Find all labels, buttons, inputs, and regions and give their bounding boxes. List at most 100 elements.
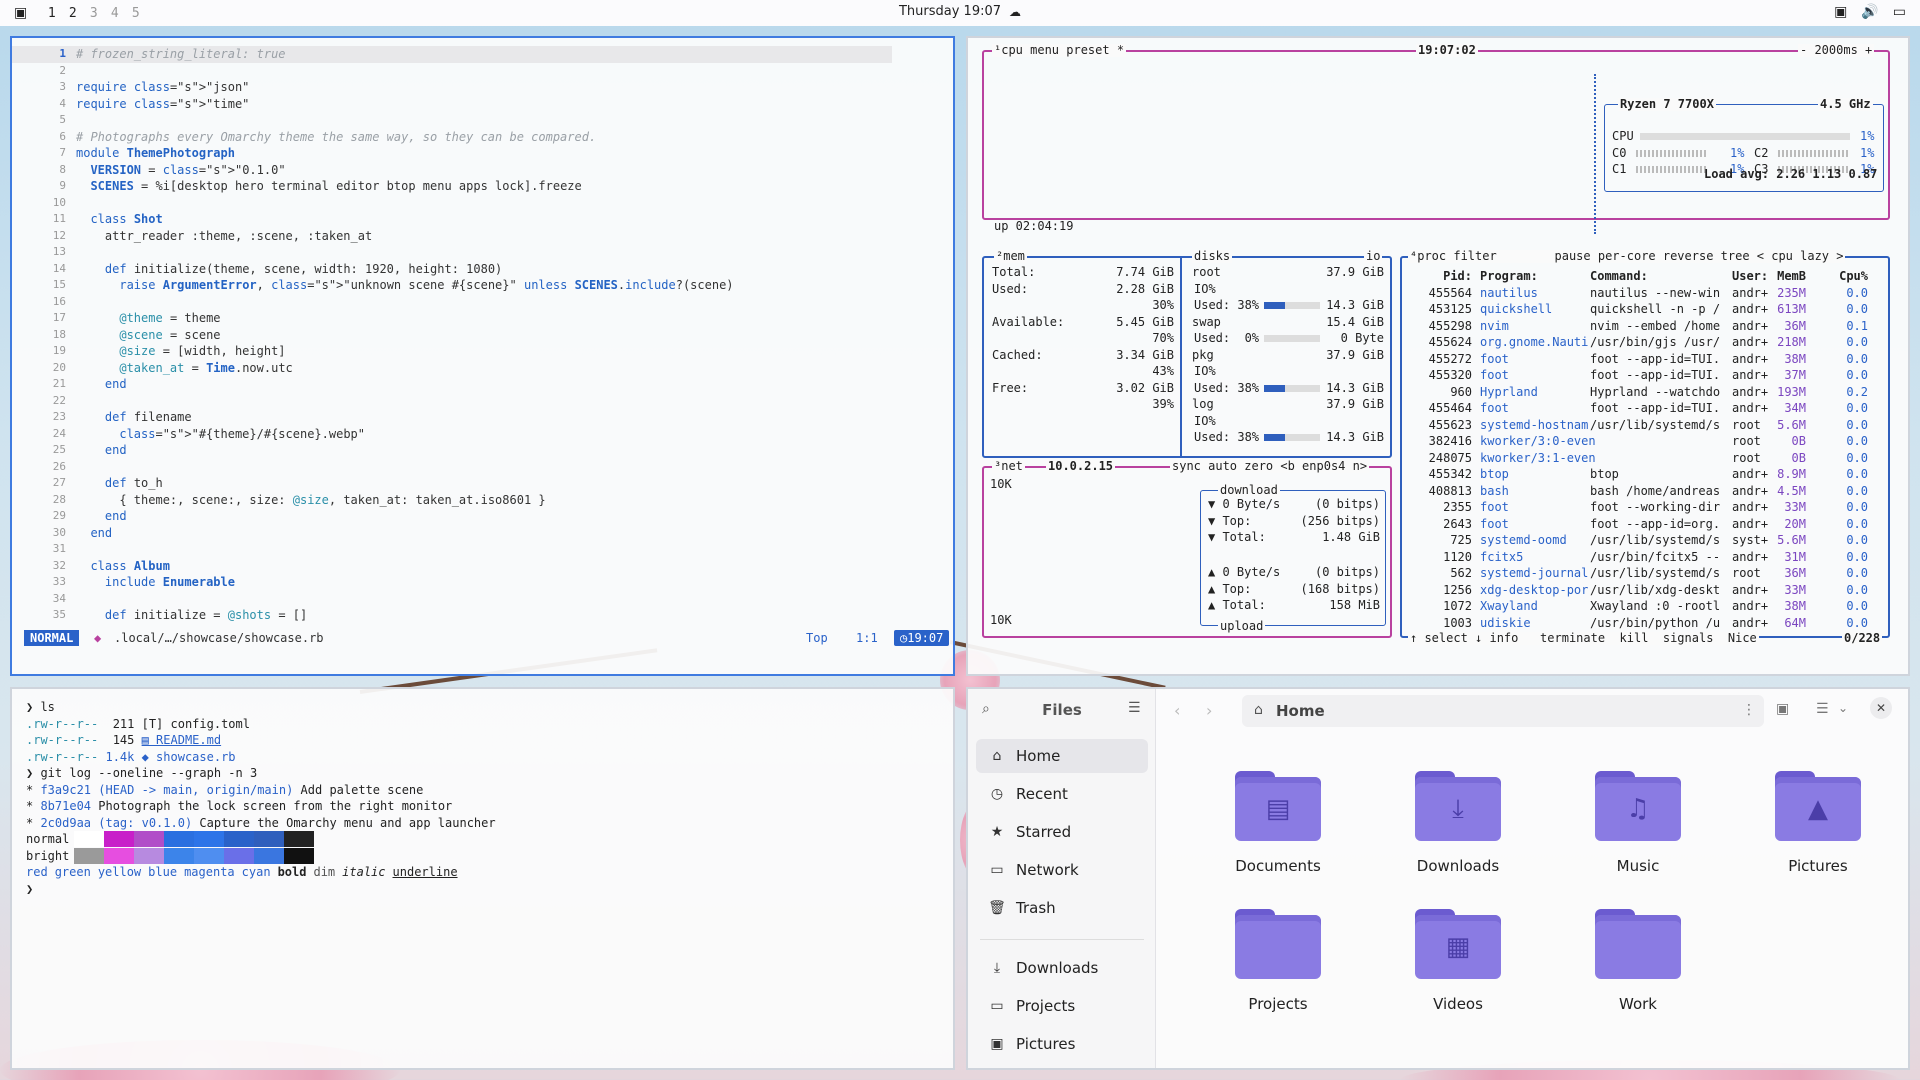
folder-documents[interactable]: ▤ Documents	[1208, 771, 1348, 891]
files-window[interactable]: ⌕ Files ☰ ⌂ Home ◷ Recent ★ Starred ▭ Network 🗑 T…	[966, 687, 1910, 1070]
net-options[interactable]: sync auto zero <b enp0s4 n>	[1170, 460, 1370, 473]
proc-row[interactable]: 455464 foot foot --app-id=TUI. andr+ 34M 0.0	[1410, 400, 1880, 417]
menu-icon[interactable]: ☰	[1128, 700, 1141, 716]
folder-downloads[interactable]: ⤓ Downloads	[1388, 771, 1528, 891]
sidebar-item-starred[interactable]: ★ Starred	[976, 815, 1148, 849]
location-menu-icon[interactable]: ⋮	[1742, 702, 1756, 718]
proc-row[interactable]: 1256 xdg-desktop-por/usr/lib/xdg-deskt and…	[1410, 582, 1880, 599]
code-line[interactable]: 10	[12, 195, 952, 212]
code-line[interactable]: 30 end	[12, 525, 952, 542]
close-icon[interactable]: ✕	[1870, 697, 1892, 719]
btop-window[interactable]: ¹cpu menu preset * 19:07:02 - 2000ms + u…	[966, 36, 1910, 676]
code-line[interactable]: 15 raise ArgumentError, class="s">"unkno…	[12, 277, 952, 294]
mem-title[interactable]: ²mem	[994, 250, 1027, 263]
code-line[interactable]: 3 require class="s">"json"	[12, 79, 952, 96]
proc-row[interactable]: 562 systemd-journal/usr/lib/systemd/s root…	[1410, 565, 1880, 582]
proc-tabs[interactable]: ⁴proc filter pause per-core reverse tree…	[1408, 250, 1846, 263]
workspace-4[interactable]: 4	[104, 6, 125, 21]
proc-row[interactable]: 455298 nvim nvim --embed /home andr+ 36M 0.1	[1410, 318, 1880, 335]
folder-work[interactable]: Work	[1568, 909, 1708, 1029]
disks-io-toggle[interactable]: io	[1364, 250, 1383, 263]
proc-row[interactable]: 1120 fcitx5/usr/bin/fcitx5 -- andr+ 31M 0.0	[1410, 549, 1880, 566]
proc-row[interactable]: 1003 udiskie/usr/bin/python /u andr+ 64M 0.0	[1410, 615, 1880, 632]
screen-record-icon[interactable]: ▣	[1834, 4, 1847, 20]
new-window-icon[interactable]: ▣	[1776, 701, 1789, 717]
proc-header-pid[interactable]: Pid:	[1410, 268, 1472, 285]
code-line[interactable]: 9 SCENES = %i[desktop hero terminal edit…	[12, 178, 952, 195]
code-line[interactable]: 11 class Shot	[12, 211, 952, 228]
proc-row[interactable]: 2643 foot foot --app-id=org. andr+ 20M 0.0	[1410, 516, 1880, 533]
proc-header-mem[interactable]: MemB	[1766, 268, 1806, 285]
proc-header-cmd[interactable]: Command:	[1590, 268, 1648, 285]
proc-row[interactable]: 455342 btop btop andr+ 8.9M 0.0	[1410, 466, 1880, 483]
code-line[interactable]: 6 # Photographs every Omarchy theme the s…	[12, 129, 952, 146]
bookmark-projects[interactable]: ▭ Projects	[976, 989, 1148, 1023]
net-title[interactable]: ³net	[992, 460, 1025, 473]
launcher-icon[interactable]: ▣	[14, 5, 27, 21]
proc-row[interactable]: 455272 foot foot --app-id=TUI. andr+ 38M 0.0	[1410, 351, 1880, 368]
sidebar-item-network[interactable]: ▭ Network	[976, 853, 1148, 887]
proc-row[interactable]: 248075 kworker/3:1-even root 0B 0.0	[1410, 450, 1880, 467]
code-line[interactable]: 13	[12, 244, 952, 261]
code-line[interactable]: 27 def to_h	[12, 475, 952, 492]
proc-row[interactable]: 2355 foot foot --working-dir andr+ 33M 0.0	[1410, 499, 1880, 516]
folder-videos[interactable]: ▦ Videos	[1388, 909, 1528, 1029]
folder-music[interactable]: ♫ Music	[1568, 771, 1708, 891]
code-line[interactable]: 18 @scene = scene	[12, 327, 952, 344]
proc-row[interactable]: 725 systemd-oomd/usr/lib/systemd/s syst+ 5.…	[1410, 532, 1880, 549]
bookmark-downloads[interactable]: ⤓ Downloads	[976, 951, 1148, 985]
cpu-tabs[interactable]: ¹cpu menu preset *	[992, 44, 1127, 57]
code-line[interactable]: 35 def initialize = @shots = []	[12, 607, 952, 624]
code-line[interactable]: 24 class="s">"#{theme}/#{scene}.webp"	[12, 426, 952, 443]
disks-title[interactable]: disks	[1192, 250, 1233, 263]
proc-row[interactable]: 455564 nautilus nautilus --new-win andr+ 235…	[1410, 285, 1880, 302]
sidebar-item-home[interactable]: ⌂ Home	[976, 739, 1148, 773]
view-list-icon[interactable]: ☰	[1816, 701, 1829, 717]
code-line[interactable]: 16	[12, 294, 952, 311]
workspace-2[interactable]: 2	[62, 6, 83, 21]
code-line[interactable]: 19 @size = [width, height]	[12, 343, 952, 360]
proc-row[interactable]: 455624 org.gnome.Nauti/usr/bin/gjs /usr/a…	[1410, 334, 1880, 351]
volume-icon[interactable]: 🔊	[1861, 4, 1878, 20]
code-line[interactable]: 23 def filename	[12, 409, 952, 426]
folder-projects[interactable]: Projects	[1208, 909, 1348, 1029]
proc-header-user[interactable]: User:	[1732, 268, 1768, 285]
proc-row[interactable]: 382416 kworker/3:0-even root 0B 0.0	[1410, 433, 1880, 450]
proc-header-prog[interactable]: Program:	[1480, 268, 1538, 285]
display-icon[interactable]: ▭	[1893, 4, 1906, 20]
code-line[interactable]: 5	[12, 112, 952, 129]
code-line[interactable]: 1 # frozen_string_literal: true	[12, 46, 892, 63]
code-line[interactable]: 12 attr_reader :theme, :scene, :taken_at	[12, 228, 952, 245]
terminal-window[interactable]: ❯ ls .rw-r--r-- 211 [T] config.toml .rw-r-…	[10, 687, 955, 1070]
proc-row[interactable]: 408813 bash bash /home/andreas andr+ 4.5M 0.0	[1410, 483, 1880, 500]
code-line[interactable]: 7 module ThemePhotograph	[12, 145, 952, 162]
sidebar-item-trash[interactable]: 🗑 Trash	[976, 891, 1148, 925]
folder-pictures[interactable]: ▲ Pictures	[1748, 771, 1888, 891]
proc-row[interactable]: 455623 systemd-hostnam/usr/lib/systemd/s r…	[1410, 417, 1880, 434]
code-line[interactable]: 20 @taken_at = Time.now.utc	[12, 360, 952, 377]
proc-row[interactable]: 1072 Xwayland Xwayland :0 -rootl andr+ 38M 0.…	[1410, 598, 1880, 615]
code-line[interactable]: 29 end	[12, 508, 952, 525]
proc-footer[interactable]: ↑ select ↓ info terminate kill signals N…	[1408, 632, 1759, 645]
terminal-prompt[interactable]: ❯	[26, 881, 33, 898]
code-line[interactable]: 17 @theme = theme	[12, 310, 952, 327]
proc-row[interactable]: 960 Hyprland Hyprland --watchdo andr+ 193M 0.…	[1410, 384, 1880, 401]
code-line[interactable]: 2	[12, 63, 952, 80]
back-icon[interactable]: ‹	[1174, 701, 1180, 720]
code-line[interactable]: 28 { theme:, scene:, size: @size, taken_…	[12, 492, 952, 509]
update-interval[interactable]: - 2000ms +	[1798, 44, 1875, 57]
proc-row[interactable]: 453125 quickshell quickshell -n -p / andr+ 6…	[1410, 301, 1880, 318]
proc-row[interactable]: 455320 foot foot --app-id=TUI. andr+ 37M 0.0	[1410, 367, 1880, 384]
code-line[interactable]: 26	[12, 459, 952, 476]
code-line[interactable]: 34	[12, 591, 952, 608]
editor-window[interactable]: 1 # frozen_string_literal: true 2 3 require …	[10, 36, 955, 676]
proc-header[interactable]: Pid: Program: Command: User: MemB Cpu%	[1410, 268, 1880, 285]
workspace-5[interactable]: 5	[125, 6, 146, 21]
view-options-icon[interactable]: ⌄	[1838, 701, 1848, 715]
code-line[interactable]: 31	[12, 541, 952, 558]
code-line[interactable]: 32 class Album	[12, 558, 952, 575]
clock[interactable]: Thursday 19:07	[899, 4, 1001, 19]
workspace-1[interactable]: 1	[41, 6, 62, 21]
proc-header-cpu[interactable]: Cpu%	[1820, 268, 1868, 285]
process-table[interactable]: Pid: Program: Command: User: MemB Cpu% 455564 n…	[1400, 268, 1890, 630]
